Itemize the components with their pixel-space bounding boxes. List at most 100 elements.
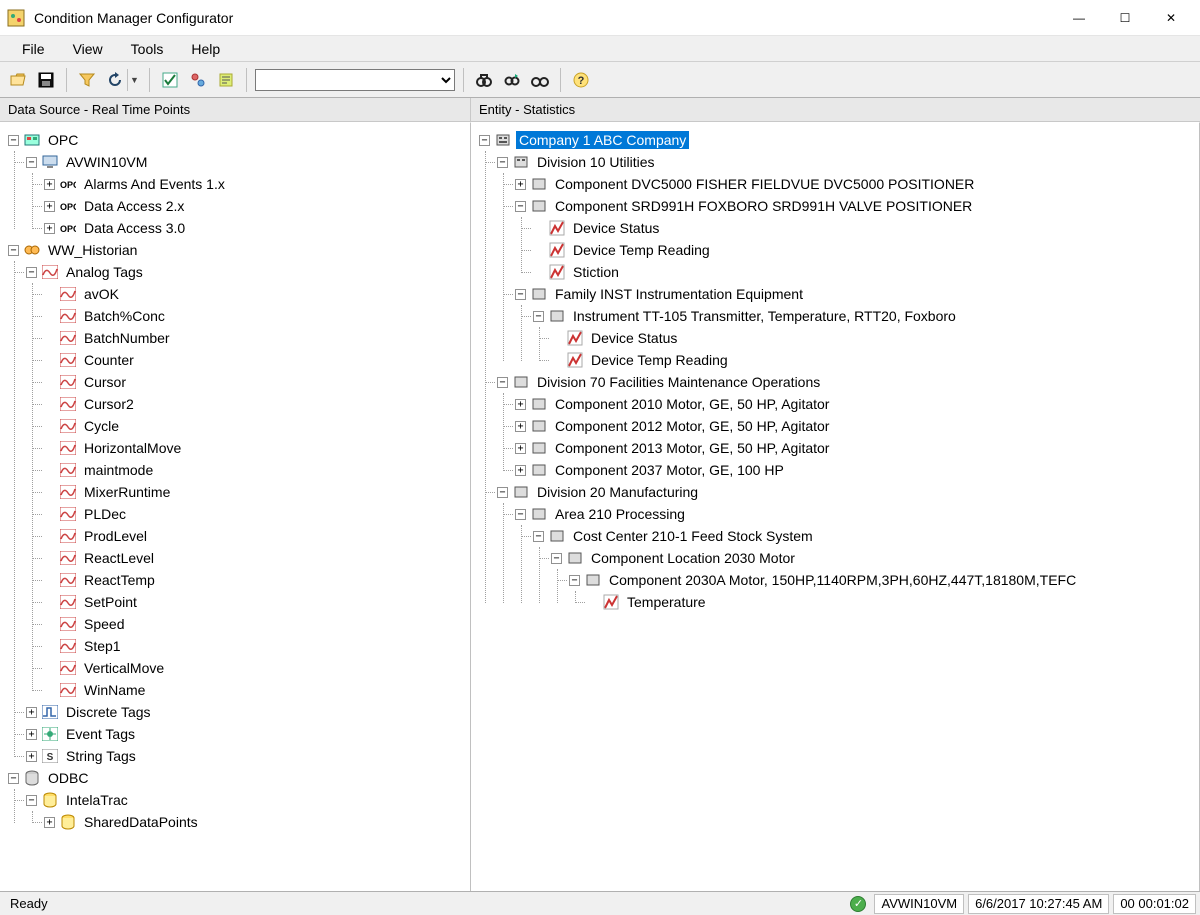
tree-toggle[interactable]: − [533,531,544,542]
tree-toggle[interactable]: + [26,751,37,762]
find-button[interactable] [472,68,496,92]
tree-toggle[interactable]: − [8,245,19,256]
tree-item-area[interactable]: Area 210 Processing [552,505,688,523]
close-button[interactable]: ✕ [1148,3,1194,33]
tree-item-family[interactable]: Family INST Instrumentation Equipment [552,285,806,303]
tree-toggle[interactable]: − [8,773,19,784]
menu-help[interactable]: Help [177,37,234,61]
tree-toggle[interactable]: + [26,729,37,740]
minimize-button[interactable]: — [1056,3,1102,33]
tree-toggle[interactable]: + [515,465,526,476]
check-button[interactable] [158,68,182,92]
tree-toggle[interactable]: + [44,223,55,234]
tree-item-opc[interactable]: OPC [45,131,81,149]
tree-item-complocation[interactable]: Component Location 2030 Motor [588,549,798,567]
tree-item-division70[interactable]: Division 70 Facilities Maintenance Opera… [534,373,823,391]
tool1-button[interactable] [186,68,210,92]
tree-item-tag[interactable]: Speed [81,615,127,633]
tree-item-tag[interactable]: HorizontalMove [81,439,184,457]
tree-item-da2[interactable]: Data Access 2.x [81,197,187,215]
tree-toggle[interactable]: − [8,135,19,146]
tree-item-division20[interactable]: Division 20 Manufacturing [534,483,701,501]
tree-toggle[interactable]: − [497,157,508,168]
filter-button[interactable] [75,68,99,92]
save-button[interactable] [34,68,58,92]
tree-item-stat[interactable]: Temperature [624,593,709,611]
menu-view[interactable]: View [59,37,117,61]
tree-item-tag[interactable]: Step1 [81,637,124,655]
tree-toggle[interactable]: − [515,509,526,520]
find-next-button[interactable] [500,68,524,92]
tree-toggle[interactable]: − [479,135,490,146]
tree-item-tag[interactable]: MixerRuntime [81,483,173,501]
tree-item-stat[interactable]: Device Temp Reading [570,241,713,259]
tree-item-shared[interactable]: SharedDataPoints [81,813,201,831]
tree-item-tag[interactable]: PLDec [81,505,129,523]
tree-item-tag[interactable]: Cursor2 [81,395,137,413]
tree-toggle[interactable]: + [515,399,526,410]
tree-item-tag[interactable]: Batch%Conc [81,307,168,325]
tree-item-tag[interactable]: Cursor [81,373,129,391]
tree-item-odbc[interactable]: ODBC [45,769,91,787]
tree-item-stat[interactable]: Device Status [588,329,680,347]
tree-toggle[interactable]: + [44,817,55,828]
search-combo[interactable] [255,69,455,91]
tree-item-tag[interactable]: Counter [81,351,137,369]
tree-item-tag[interactable]: ProdLevel [81,527,150,545]
tree-item-da3[interactable]: Data Access 3.0 [81,219,188,237]
tree-item-tag[interactable]: ReactTemp [81,571,158,589]
tree-toggle[interactable]: + [515,179,526,190]
tree-item-tag[interactable]: maintmode [81,461,156,479]
tree-toggle[interactable]: + [44,179,55,190]
tree-item-tag[interactable]: VerticalMove [81,659,167,677]
tree-item-tag[interactable]: Cycle [81,417,122,435]
tree-item-costcenter[interactable]: Cost Center 210-1 Feed Stock System [570,527,816,545]
tree-item-tag[interactable]: SetPoint [81,593,140,611]
tree-item-analog[interactable]: Analog Tags [63,263,146,281]
tree-toggle[interactable]: − [515,289,526,300]
tree-toggle[interactable]: − [497,487,508,498]
tree-item-component[interactable]: Component 2010 Motor, GE, 50 HP, Agitato… [552,395,832,413]
tree-item-company[interactable]: Company 1 ABC Company [516,131,689,149]
tree-item-component[interactable]: Component 2030A Motor, 150HP,1140RPM,3PH… [606,571,1079,589]
tree-item-string[interactable]: String Tags [63,747,139,765]
refresh-button[interactable] [103,68,127,92]
menu-file[interactable]: File [8,37,59,61]
find-all-button[interactable] [528,68,552,92]
tree-item-component[interactable]: Component 2013 Motor, GE, 50 HP, Agitato… [552,439,832,457]
tree-item-stat[interactable]: Stiction [570,263,622,281]
tree-toggle[interactable]: − [551,553,562,564]
tree-item-tag[interactable]: WinName [81,681,148,699]
tree-toggle[interactable]: − [515,201,526,212]
tree-toggle[interactable]: − [26,795,37,806]
right-tree-pane[interactable]: −Company 1 ABC Company −Division 10 Util… [471,122,1200,891]
tree-toggle[interactable]: − [497,377,508,388]
tree-toggle[interactable]: − [569,575,580,586]
tree-toggle[interactable]: + [515,421,526,432]
tree-toggle[interactable]: − [26,267,37,278]
tree-item-server[interactable]: AVWIN10VM [63,153,150,171]
tree-toggle[interactable]: + [44,201,55,212]
tree-toggle[interactable]: + [26,707,37,718]
menu-tools[interactable]: Tools [117,37,178,61]
tree-item-tag[interactable]: ReactLevel [81,549,157,567]
maximize-button[interactable]: ☐ [1102,3,1148,33]
tree-item-component[interactable]: Component SRD991H FOXBORO SRD991H VALVE … [552,197,975,215]
tree-item-instrument[interactable]: Instrument TT-105 Transmitter, Temperatu… [570,307,959,325]
left-tree-pane[interactable]: −OPC −AVWIN10VM +OPCAlarms And Events 1.… [0,122,471,891]
tree-item-tag[interactable]: avOK [81,285,122,303]
tree-item-division10[interactable]: Division 10 Utilities [534,153,657,171]
tree-item-component[interactable]: Component 2037 Motor, GE, 100 HP [552,461,787,479]
tree-item-stat[interactable]: Device Status [570,219,662,237]
tree-item-event[interactable]: Event Tags [63,725,138,743]
tree-item-alarms[interactable]: Alarms And Events 1.x [81,175,228,193]
refresh-dropdown[interactable]: ▼ [127,69,141,91]
tree-toggle[interactable]: + [515,443,526,454]
tool2-button[interactable] [214,68,238,92]
tree-toggle[interactable]: − [26,157,37,168]
tree-item-discrete[interactable]: Discrete Tags [63,703,154,721]
tree-item-stat[interactable]: Device Temp Reading [588,351,731,369]
tree-item-tag[interactable]: BatchNumber [81,329,173,347]
tree-toggle[interactable]: − [533,311,544,322]
open-button[interactable] [6,68,30,92]
